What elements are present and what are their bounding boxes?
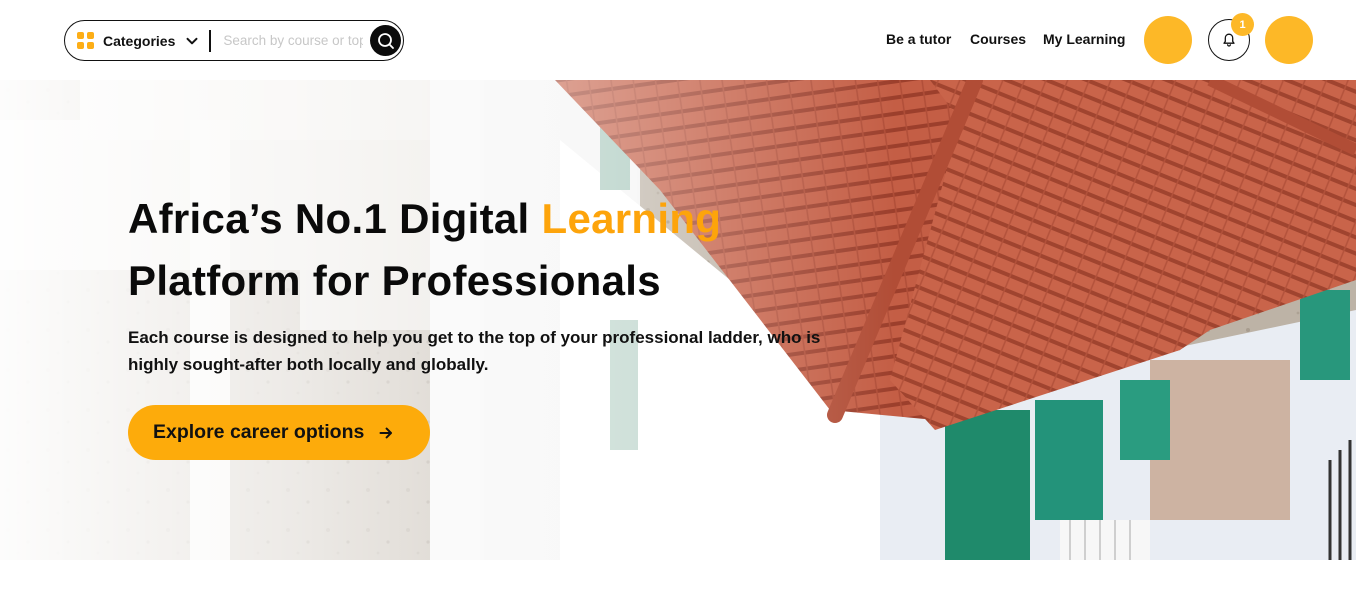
grid-icon [77,32,94,49]
search-input[interactable] [223,28,364,53]
arrow-right-icon [378,425,394,441]
hero-subtitle: Each course is designed to help you get … [128,328,821,374]
search-bar: Categories [64,20,404,61]
hero-title: Africa’s No.1 Digital Learning Platform … [128,188,848,312]
categories-label: Categories [103,32,176,49]
hero-title-part2: Platform for Professionals [128,257,661,304]
search-icon [377,32,394,49]
avatar[interactable] [1265,16,1313,64]
nav-my-learning[interactable]: My Learning [1043,31,1125,47]
categories-dropdown[interactable]: Categories [65,21,199,60]
hero-title-part1: Africa’s No.1 Digital [128,195,542,242]
chevron-down-icon [185,34,199,48]
hero-title-accent: Learning [541,195,722,242]
search-divider [209,29,212,52]
nav-be-a-tutor[interactable]: Be a tutor [886,31,951,47]
cta-label: Explore career options [153,421,365,443]
hero-gradient-overlay [0,80,1356,560]
nav-courses[interactable]: Courses [970,31,1026,47]
bell-icon [1223,33,1235,47]
explore-career-options-button[interactable]: Explore career options [128,405,430,460]
cart-button[interactable] [1144,16,1192,64]
notification-badge: 1 [1231,13,1254,36]
top-navbar: Categories Be a tutor Courses My Learnin… [0,0,1356,80]
search-button[interactable] [370,25,401,56]
hero-section: Africa’s No.1 Digital Learning Platform … [0,80,1356,560]
